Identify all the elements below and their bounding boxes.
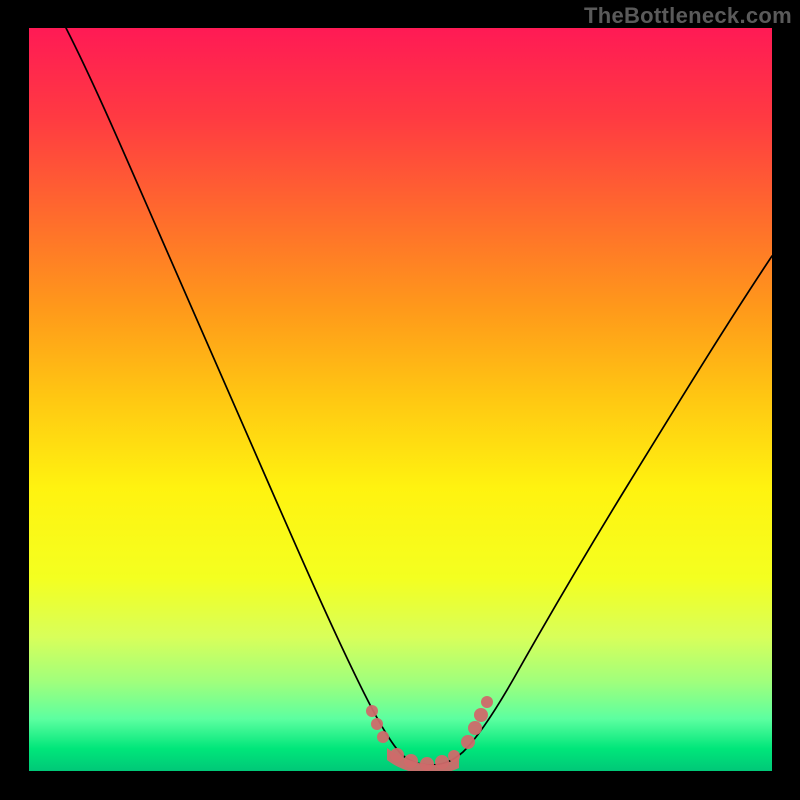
marker-dot <box>377 731 389 743</box>
marker-dot <box>404 754 418 768</box>
marker-dot <box>468 721 482 735</box>
plot-area <box>29 28 772 771</box>
marker-dot <box>366 705 378 717</box>
watermark-text: TheBottleneck.com <box>584 3 792 29</box>
chart-frame: TheBottleneck.com <box>0 0 800 800</box>
bottleneck-curve <box>66 28 772 765</box>
marker-dot <box>461 735 475 749</box>
marker-dot <box>474 708 488 722</box>
marker-dot <box>420 757 434 771</box>
marker-dot <box>448 750 460 762</box>
marker-dot <box>371 718 383 730</box>
marker-dot <box>481 696 493 708</box>
marker-dot <box>435 755 449 769</box>
marker-dot <box>390 748 404 762</box>
marker-group <box>366 696 493 771</box>
chart-overlay <box>29 28 772 771</box>
